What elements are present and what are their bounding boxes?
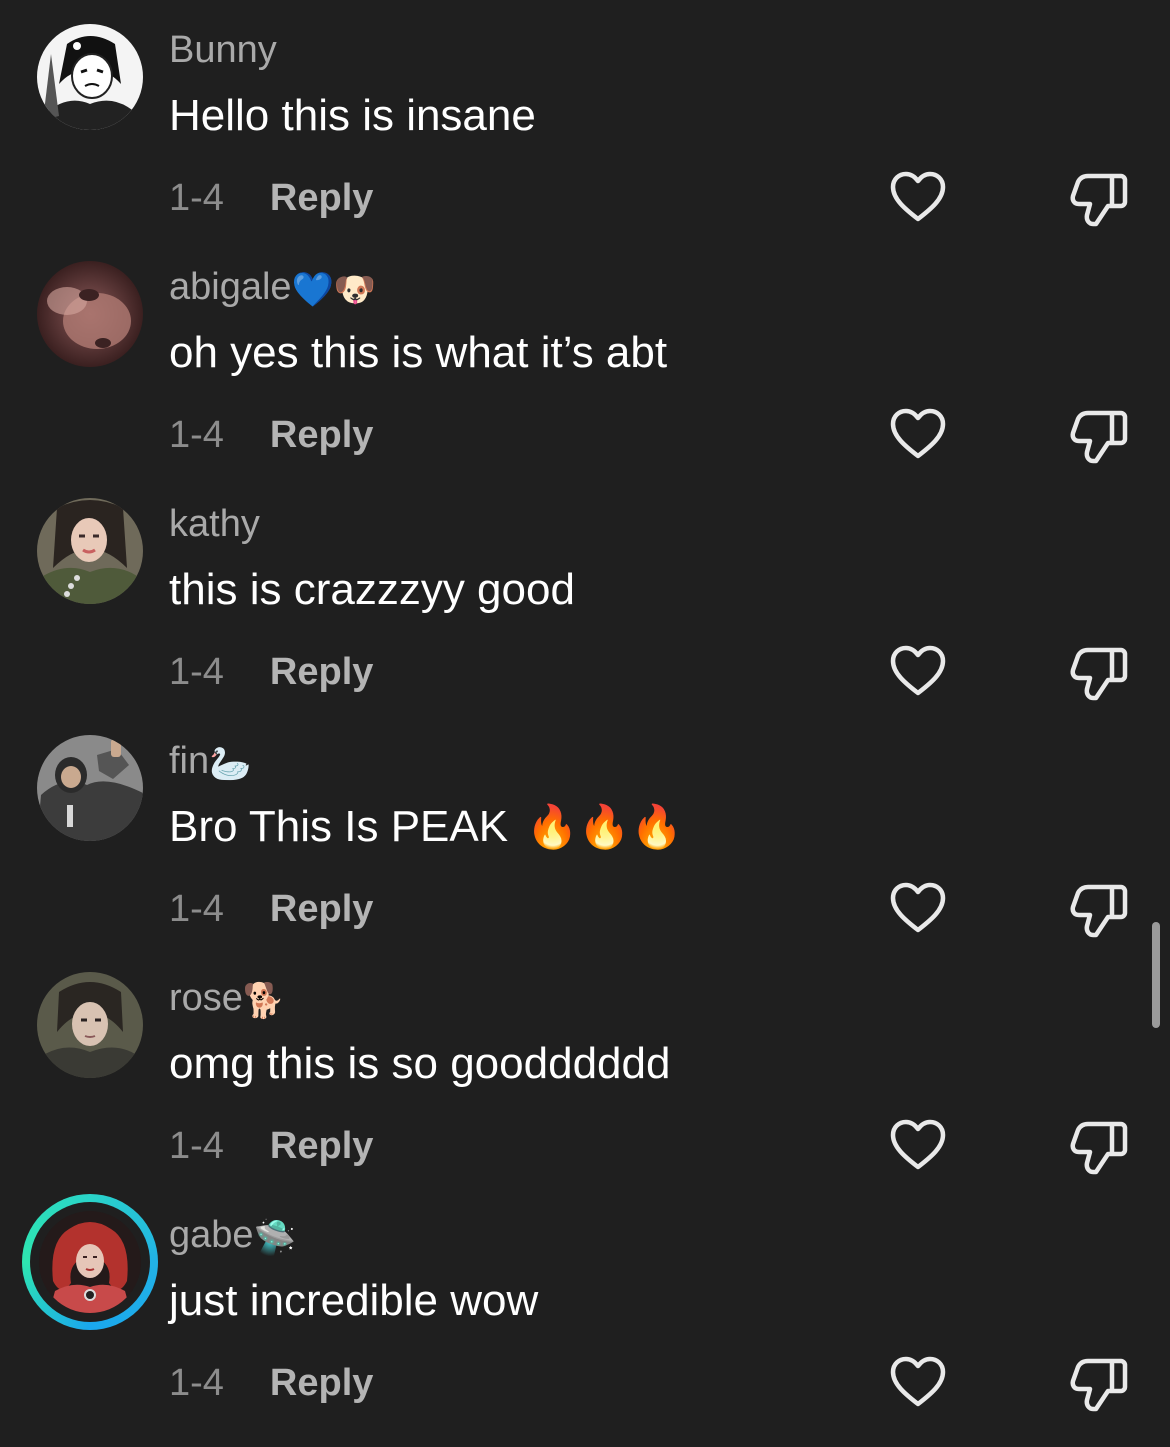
heart-icon[interactable]	[889, 644, 947, 698]
comment-text: Hello this is insane	[169, 91, 536, 140]
thumbs-down-icon[interactable]	[1068, 1118, 1128, 1176]
comment-date: 1-4	[169, 1362, 224, 1404]
avatar[interactable]	[37, 24, 143, 130]
comment-username[interactable]: kathy	[169, 502, 260, 549]
comment-date: 1-4	[169, 1125, 224, 1167]
comment-username[interactable]: abigale💙🐶	[169, 265, 376, 312]
reply-button[interactable]: Reply	[270, 1125, 373, 1167]
avatar[interactable]	[37, 735, 143, 841]
comment-item: fin🦢 Bro This Is PEAK 🔥🔥🔥 1-4 Reply	[0, 735, 1170, 972]
comment-date: 1-4	[169, 888, 224, 930]
comment-item: gabe🛸 just incredible wow 1-4 Reply	[0, 1194, 1170, 1446]
thumbs-down-icon[interactable]	[1068, 170, 1128, 228]
avatar[interactable]	[37, 261, 143, 367]
comment-text: oh yes this is what it’s abt	[169, 328, 668, 377]
comment-username[interactable]: gabe🛸	[169, 1213, 296, 1260]
thumbs-down-icon[interactable]	[1068, 881, 1128, 939]
comment-meta: 1-4 Reply	[169, 887, 373, 931]
comment-username[interactable]: Bunny	[169, 28, 277, 75]
reply-button[interactable]: Reply	[270, 651, 373, 693]
comment-text: omg this is so goodddddd	[169, 1039, 671, 1088]
comment-username[interactable]: rose🐕	[169, 976, 285, 1023]
comment-item: kathy this is crazzzyy good 1-4 Reply	[0, 498, 1170, 735]
heart-icon[interactable]	[889, 1118, 947, 1172]
heart-icon[interactable]	[889, 1355, 947, 1409]
comment-item: abigale💙🐶 oh yes this is what it’s abt 1…	[0, 261, 1170, 498]
comment-text: Bro This Is PEAK 🔥🔥🔥	[169, 802, 683, 851]
comment-item: rose🐕 omg this is so goodddddd 1-4 Reply	[0, 972, 1170, 1209]
avatar[interactable]	[39, 1211, 141, 1313]
comment-text: just incredible wow	[169, 1276, 539, 1325]
comment-date: 1-4	[169, 414, 224, 456]
thumbs-down-icon[interactable]	[1068, 644, 1128, 702]
comment-meta: 1-4 Reply	[169, 1361, 373, 1405]
reply-button[interactable]: Reply	[270, 888, 373, 930]
thumbs-down-icon[interactable]	[1068, 407, 1128, 465]
comment-meta: 1-4 Reply	[169, 1124, 373, 1168]
heart-icon[interactable]	[889, 881, 947, 935]
fire-emoji: 🔥🔥🔥	[526, 802, 683, 851]
comment-date: 1-4	[169, 651, 224, 693]
comment-date: 1-4	[169, 177, 224, 219]
reply-button[interactable]: Reply	[270, 414, 373, 456]
comment-meta: 1-4 Reply	[169, 413, 373, 457]
reply-button[interactable]: Reply	[270, 1362, 373, 1404]
comment-meta: 1-4 Reply	[169, 176, 373, 220]
reply-button[interactable]: Reply	[270, 177, 373, 219]
comment-username[interactable]: fin🦢	[169, 739, 251, 786]
comment-text: this is crazzzyy good	[169, 565, 575, 614]
heart-icon[interactable]	[889, 407, 947, 461]
avatar[interactable]	[37, 972, 143, 1078]
thumbs-down-icon[interactable]	[1068, 1355, 1128, 1413]
heart-icon[interactable]	[889, 170, 947, 224]
avatar[interactable]	[37, 498, 143, 604]
scrollbar[interactable]	[1152, 922, 1160, 1028]
comment-meta: 1-4 Reply	[169, 650, 373, 694]
comment-item: Bunny Hello this is insane 1-4 Reply	[0, 24, 1170, 261]
